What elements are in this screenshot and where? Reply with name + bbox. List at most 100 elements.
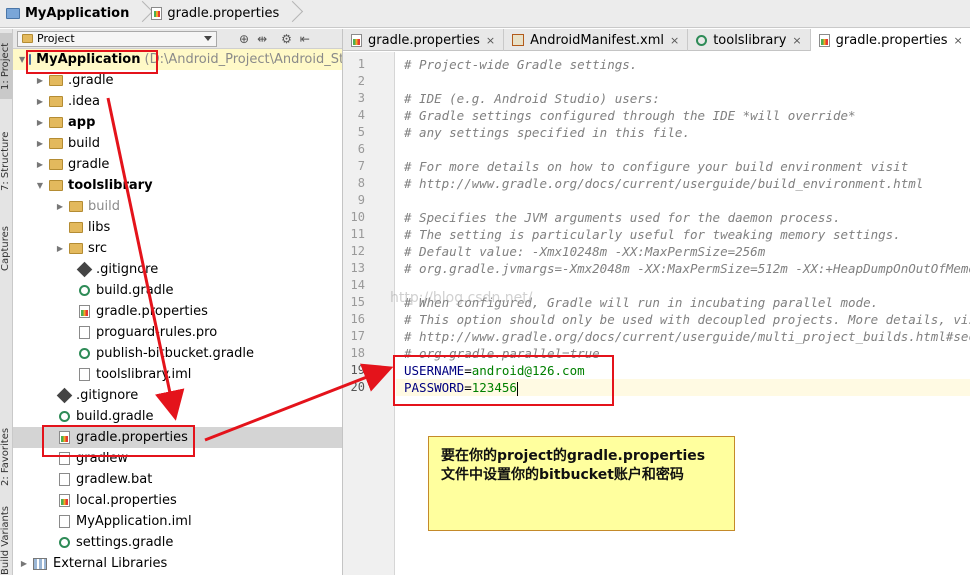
tool-tab-captures[interactable]: Captures	[0, 219, 13, 279]
git-file-icon	[76, 261, 93, 278]
expand-arrow-icon[interactable]: ▼	[19, 55, 25, 64]
tab-gradle-properties-lib[interactable]: gradle.properties ×	[343, 29, 505, 51]
tree-item-settings-gradle[interactable]: settings.gradle	[13, 532, 342, 553]
line-number: 1	[357, 57, 365, 71]
tab-android-manifest[interactable]: AndroidManifest.xml ×	[504, 29, 689, 51]
tree-item-build[interactable]: ▶ build	[13, 133, 342, 154]
code-line[interactable]: # org.gradle.jvmargs=-Xmx2048m -XX:MaxPe…	[404, 260, 970, 277]
tool-tab-build-variants[interactable]: Build Variants	[0, 506, 13, 575]
tool-tab-structure[interactable]: 7: Structure	[0, 121, 13, 201]
text-file-icon	[59, 473, 70, 486]
expand-arrow-icon[interactable]: ▶	[35, 160, 45, 169]
code-line[interactable]: # http://www.gradle.org/docs/current/use…	[404, 328, 970, 345]
tree-item-label: src	[88, 241, 107, 256]
folder-icon	[49, 96, 63, 107]
code-line[interactable]: # any settings specified in this file.	[404, 124, 690, 141]
expand-arrow-icon[interactable]: ▶	[55, 244, 65, 253]
properties-file-icon	[79, 305, 90, 318]
sync-target-icon[interactable]: ⊕	[239, 32, 249, 46]
tab-toolslibrary[interactable]: toolslibrary ×	[688, 29, 811, 51]
code-line[interactable]: # Project-wide Gradle settings.	[404, 56, 637, 73]
breadcrumb-file[interactable]: gradle.properties	[145, 0, 285, 28]
close-icon[interactable]: ×	[670, 34, 679, 47]
line-number: 3	[357, 91, 365, 105]
expand-arrow-icon[interactable]: ▶	[55, 202, 65, 211]
tree-item-external-libraries[interactable]: ▶ External Libraries	[13, 553, 342, 574]
iml-file-icon	[79, 368, 90, 381]
project-view-dropdown[interactable]: Project	[17, 30, 217, 47]
tree-item-idea[interactable]: ▶ .idea	[13, 91, 342, 112]
code-line[interactable]: # IDE (e.g. Android Studio) users:	[404, 90, 660, 107]
expand-arrow-icon[interactable]: ▶	[35, 97, 45, 106]
hide-panel-icon[interactable]: ⇤	[300, 32, 310, 46]
tree-item-label: build.gradle	[76, 409, 154, 424]
breadcrumb-project-label: MyApplication	[25, 6, 130, 21]
line-number: 12	[350, 244, 365, 258]
code-line[interactable]: # This option should only be used with d…	[404, 311, 970, 328]
code-line[interactable]: # For more details on how to configure y…	[404, 158, 908, 175]
tree-item-myapplication-iml[interactable]: MyApplication.iml	[13, 511, 342, 532]
tree-item-toolslibrary[interactable]: ▼ toolslibrary	[13, 175, 342, 196]
text-file-icon	[79, 326, 90, 339]
tree-item-label: MyApplication.iml	[76, 514, 192, 529]
tree-item-gradle-properties-lib[interactable]: gradle.properties	[13, 301, 342, 322]
close-icon[interactable]: ×	[954, 34, 963, 47]
tree-item-path: (D:\Android_Project\Android_Stud	[144, 52, 343, 67]
tool-tab-project[interactable]: 1: Project	[0, 33, 13, 99]
tree-item-label: gradle	[68, 157, 110, 172]
line-number: 20	[350, 380, 365, 394]
tab-label: gradle.properties	[835, 32, 948, 48]
line-number: 14	[350, 278, 365, 292]
tree-item-label: build.gradle	[96, 283, 174, 298]
tool-tab-favorites[interactable]: 2: Favorites	[0, 417, 13, 497]
tree-item-build-gradle-lib[interactable]: build.gradle	[13, 280, 342, 301]
tool-window-stripe: 1: Project 7: Structure Captures 2: Favo…	[0, 29, 13, 575]
expand-arrow-icon[interactable]: ▶	[35, 139, 45, 148]
tree-item-libs[interactable]: libs	[13, 217, 342, 238]
expand-arrow-icon[interactable]: ▼	[35, 181, 45, 190]
tree-item-app[interactable]: ▶ app	[13, 112, 342, 133]
code-line[interactable]: # Specifies the JVM arguments used for t…	[404, 209, 841, 226]
breadcrumb-separator	[285, 0, 295, 28]
close-icon[interactable]: ×	[792, 34, 801, 47]
tree-item-label: libs	[88, 220, 111, 235]
expand-arrow-icon[interactable]: ▶	[19, 559, 29, 568]
properties-file-icon	[151, 7, 163, 20]
tab-gradle-properties[interactable]: gradle.properties ×	[810, 29, 970, 51]
tree-item-gitignore[interactable]: .gitignore	[13, 385, 342, 406]
module-folder-icon	[49, 180, 63, 191]
tree-item-local-properties[interactable]: local.properties	[13, 490, 342, 511]
tree-item-gradlew-bat[interactable]: gradlew.bat	[13, 469, 342, 490]
code-line[interactable]: # Gradle settings configured through the…	[404, 107, 856, 124]
git-file-icon	[56, 387, 73, 404]
gear-icon[interactable]: ⚙	[281, 32, 292, 46]
line-number: 9	[357, 193, 365, 207]
tree-item-publish-bitbucket[interactable]: publish-bitbucket.gradle	[13, 343, 342, 364]
tree-item-toolslibrary-build[interactable]: ▶ build	[13, 196, 342, 217]
xml-file-icon	[512, 34, 525, 46]
code-line[interactable]: # The setting is particularly useful for…	[404, 226, 901, 243]
code-line[interactable]: # Default value: -Xmx10248m -XX:MaxPermS…	[404, 243, 765, 260]
tab-label: gradle.properties	[368, 32, 480, 48]
tree-item-label: app	[68, 115, 96, 130]
tree-item-proguard[interactable]: proguard-rules.pro	[13, 322, 342, 343]
tree-item-label: toolslibrary.iml	[96, 367, 192, 382]
line-number: 13	[350, 261, 365, 275]
tree-item-gradle[interactable]: ▶ gradle	[13, 154, 342, 175]
breadcrumb-file-label: gradle.properties	[167, 6, 280, 21]
line-number: 10	[350, 210, 365, 224]
code-line[interactable]: # http://www.gradle.org/docs/current/use…	[404, 175, 923, 192]
folder-icon	[49, 138, 63, 149]
tree-item-src[interactable]: ▶ src	[13, 238, 342, 259]
expand-arrow-icon[interactable]: ▶	[35, 118, 45, 127]
close-icon[interactable]: ×	[486, 34, 495, 47]
tree-item-gitignore-lib[interactable]: .gitignore	[13, 259, 342, 280]
chevron-down-icon	[204, 35, 212, 41]
tree-item-build-gradle[interactable]: build.gradle	[13, 406, 342, 427]
tree-item-toolslibrary-iml[interactable]: toolslibrary.iml	[13, 364, 342, 385]
breadcrumb-project[interactable]: MyApplication	[0, 0, 135, 28]
expand-arrow-icon[interactable]: ▶	[35, 76, 45, 85]
collapse-all-icon[interactable]: ⇹	[257, 32, 267, 46]
line-number: 6	[357, 142, 365, 156]
tree-item-label: settings.gradle	[76, 535, 174, 550]
